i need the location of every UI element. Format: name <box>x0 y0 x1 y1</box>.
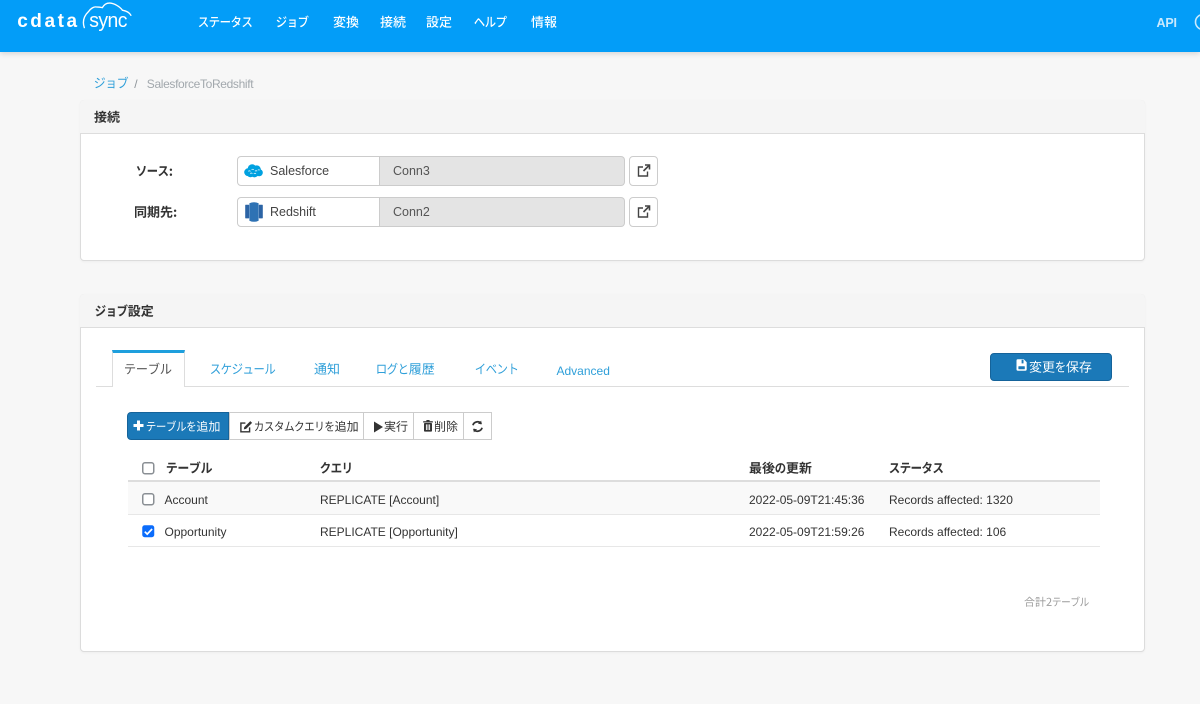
svg-text:cdata: cdata <box>17 11 79 32</box>
svg-text:sync: sync <box>89 10 127 32</box>
